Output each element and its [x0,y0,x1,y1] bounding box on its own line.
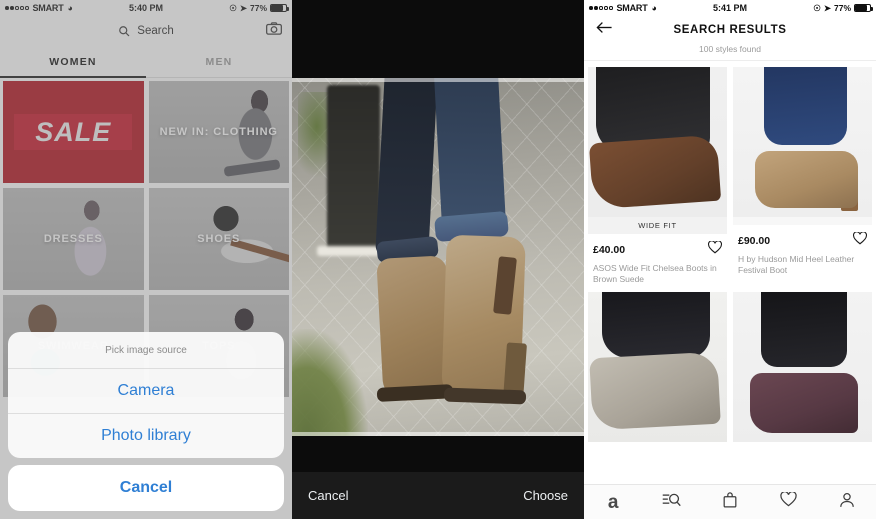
image-source-action-sheet: Pick image source Camera Photo library C… [8,332,284,511]
photo-picker-toolbar: Cancel Choose [292,472,584,519]
product-card[interactable]: £90.00 H by Hudson Mid Heel Leather Fest… [733,67,872,286]
product-badge: WIDE FIT [588,217,727,234]
product-price: £40.00 [593,244,626,256]
page-title: SEARCH RESULTS [673,24,787,36]
status-bar: SMART ◕ 5:41 PM ☉ ➤ 77% [584,0,876,16]
navigation-bar: SEARCH RESULTS [584,16,876,44]
heart-outline-icon [780,491,797,512]
three-panel-screenshot: SMART ◕ 5:40 PM ☉ ➤ 77% Search WOMEN MEN… [0,0,876,519]
photo-preview-screen: Cancel Choose [292,0,584,519]
shopping-bag-icon [722,491,738,513]
tab-home[interactable]: a [584,493,642,512]
heart-outline-icon[interactable] [708,240,722,259]
tab-search[interactable] [642,492,700,512]
photo-grass-bottom [292,328,368,436]
search-results-screen: SMART ◕ 5:41 PM ☉ ➤ 77% SEARCH RESULTS 1… [584,0,876,519]
product-card[interactable] [588,291,727,442]
product-description: ASOS Wide Fit Chelsea Boots in Brown Sue… [593,263,717,285]
tab-saved[interactable] [759,491,817,512]
results-count: 100 styles found [584,44,876,61]
photo-left-leg [374,78,437,259]
product-image[interactable] [733,67,872,217]
panel-photo-preview: Cancel Choose [292,0,584,519]
back-arrow-icon[interactable] [596,21,613,39]
status-time: 5:41 PM [712,3,747,13]
photo-crop-guide-bottom [292,432,584,436]
product-card[interactable] [733,291,872,442]
photo-background-object [327,85,380,250]
product-image[interactable] [733,291,872,442]
product-image[interactable] [588,67,727,217]
action-sheet-title: Pick image source [8,332,284,369]
action-sheet-camera-option[interactable]: Camera [8,369,284,414]
product-badge [733,217,872,225]
search-lines-icon [662,492,681,512]
panel-asos-home: SMART ◕ 5:40 PM ☉ ➤ 77% Search WOMEN MEN… [0,0,292,519]
photo-cancel-button[interactable]: Cancel [308,488,348,503]
action-sheet-photo-library-option[interactable]: Photo library [8,414,284,458]
home-screen: SMART ◕ 5:40 PM ☉ ➤ 77% Search WOMEN MEN… [0,0,292,519]
product-description: H by Hudson Mid Heel Leather Festival Bo… [738,254,855,276]
product-card[interactable]: WIDE FIT £40.00 ASOS Wide Fit Chelsea Bo… [588,67,727,286]
heart-outline-icon[interactable] [853,231,867,250]
product-grid: WIDE FIT £40.00 ASOS Wide Fit Chelsea Bo… [584,61,876,484]
account-person-icon [839,492,855,513]
asos-logo-icon: a [607,491,619,513]
selected-photo[interactable] [292,78,584,436]
action-sheet-cancel-button[interactable]: Cancel [8,465,284,511]
product-image[interactable] [588,291,727,442]
battery-icon [854,4,873,12]
tab-bag[interactable] [701,491,759,513]
bottom-tab-bar: a [584,484,876,519]
photo-choose-button[interactable]: Choose [523,488,568,503]
tab-account[interactable] [818,492,876,513]
photo-crop-guide-top [292,78,584,82]
product-price: £90.00 [738,235,771,247]
panel-search-results: SMART ◕ 5:41 PM ☉ ➤ 77% SEARCH RESULTS 1… [584,0,876,519]
photo-right-leg [433,78,507,230]
